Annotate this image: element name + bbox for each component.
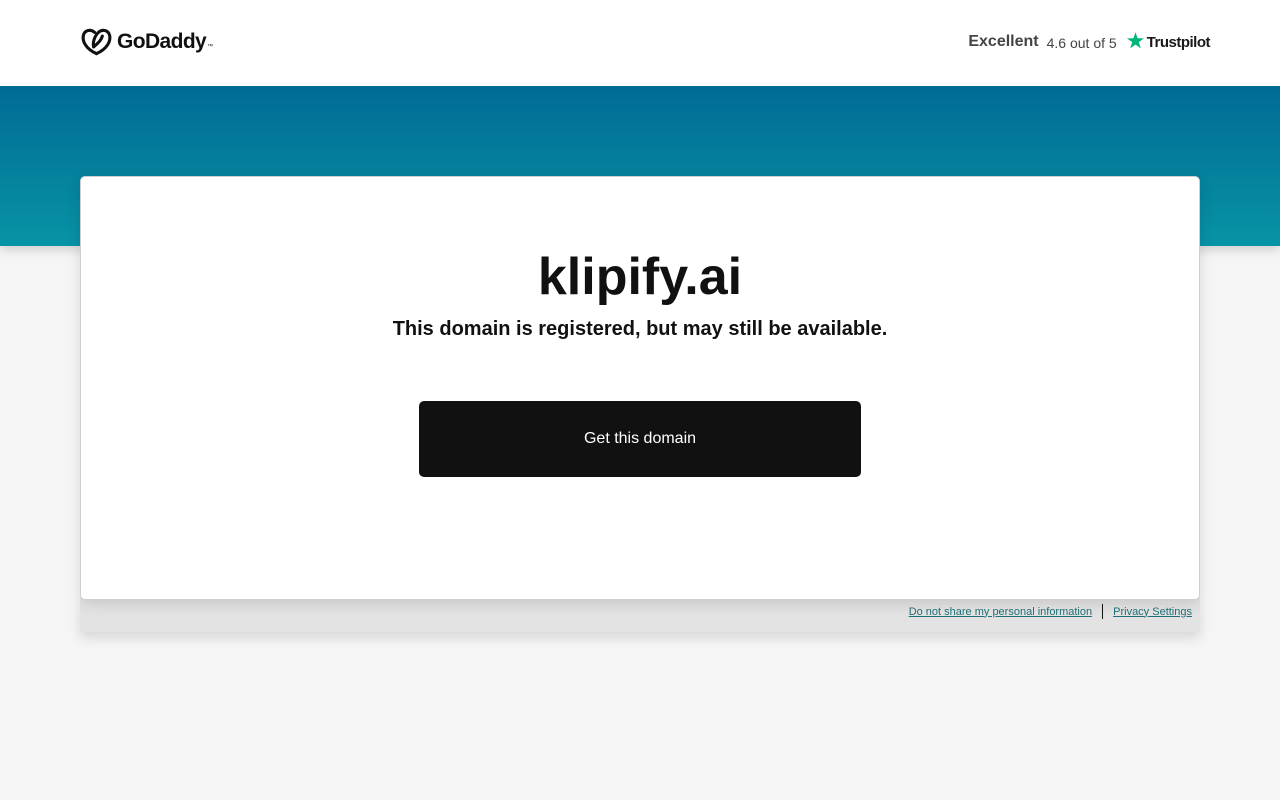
logo-trademark: ™ <box>207 44 214 50</box>
godaddy-logo[interactable]: GoDaddy ™ <box>80 27 213 57</box>
footer-divider <box>1102 604 1104 619</box>
domain-status-text: This domain is registered, but may still… <box>392 318 888 340</box>
trustpilot-logo[interactable]: Trustpilot <box>1126 31 1211 52</box>
do-not-share-link[interactable]: Do not share my personal information <box>909 606 1092 618</box>
logo-wordmark: GoDaddy <box>117 30 207 53</box>
get-domain-button[interactable]: Get this domain <box>419 401 861 477</box>
trustpilot-star-icon <box>1126 31 1144 48</box>
page-header: GoDaddy ™ Excellent 4.6 out of 5 Trustpi… <box>0 0 1280 86</box>
rating-label: Excellent <box>968 33 1039 50</box>
godaddy-heart-icon <box>81 28 112 56</box>
rating-score: 4.6 out of 5 <box>1046 35 1117 51</box>
domain-name: klipify.ai <box>537 248 743 306</box>
trustpilot-rating: Excellent 4.6 out of 5 Trustpilot <box>968 30 1211 54</box>
trustpilot-wordmark: Trustpilot <box>1146 33 1211 51</box>
footer-links: Do not share my personal information Pri… <box>909 604 1192 619</box>
privacy-settings-link[interactable]: Privacy Settings <box>1113 606 1192 618</box>
domain-card: klipify.ai This domain is registered, bu… <box>80 176 1200 600</box>
